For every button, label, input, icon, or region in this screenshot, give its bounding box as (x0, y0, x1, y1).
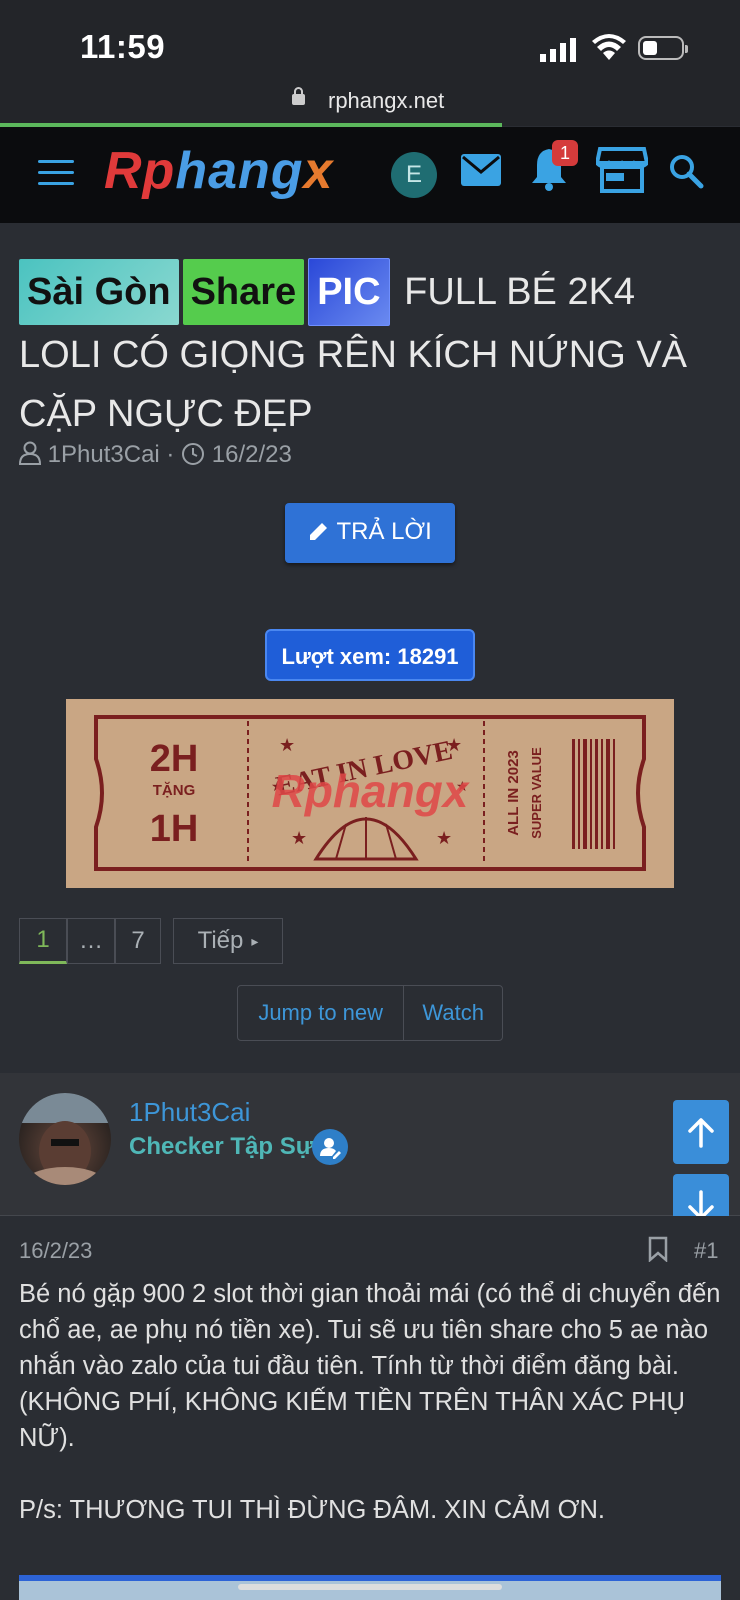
scroll-to-top-button[interactable] (673, 1100, 729, 1164)
post-date[interactable]: 16/2/23 (19, 1238, 92, 1264)
post-number[interactable]: #1 (694, 1238, 718, 1264)
user-icon (18, 441, 42, 465)
view-count: Lượt xem: 18291 (265, 629, 475, 681)
notification-badge: 1 (552, 140, 578, 166)
banner-left-bot: 1H (150, 808, 199, 850)
banner-left-top: 2H (150, 738, 199, 780)
next-page-button[interactable]: Tiếp ▸ (173, 918, 283, 964)
checker-badge-icon (312, 1129, 348, 1165)
thread-author[interactable]: 1Phut3Cai (48, 441, 160, 468)
site-logo[interactable]: Rphangx (104, 141, 333, 201)
signal-icon (540, 38, 576, 62)
url-text[interactable]: rphangx.net (328, 88, 444, 114)
promo-banner[interactable]: 2H TẶNG 1H EAT IN LOVE ★ ★ ★ ★ ★ ★ ALL I… (66, 699, 674, 888)
status-bar: 11:59 (0, 0, 740, 80)
thread-title: Sài Gòn Share PIC FULL BÉ 2K4 LOLI CÓ GIỌN… (19, 258, 719, 444)
thread-date[interactable]: 16/2/23 (212, 441, 292, 468)
home-indicator (238, 1584, 502, 1590)
post-text: Bé nó gặp 900 2 slot thời gian thoải mái… (19, 1280, 721, 1452)
store-icon[interactable] (596, 147, 648, 193)
page-link-7[interactable]: 7 (115, 918, 161, 964)
jump-to-new-button[interactable]: Jump to new (238, 986, 405, 1040)
poster-username[interactable]: 1Phut3Cai (129, 1097, 250, 1128)
watch-button[interactable]: Watch (404, 986, 502, 1040)
wifi-icon (592, 34, 626, 60)
post-header: 1Phut3Cai Checker Tập Sự (0, 1073, 740, 1216)
post-message: Bé nó gặp 900 2 slot thời gian thoải mái… (19, 1276, 729, 1528)
poster-user-title: Checker Tập Sự (129, 1133, 314, 1160)
arrow-up-icon (688, 1118, 714, 1148)
bookmark-icon[interactable] (648, 1236, 668, 1262)
banner-right-1: ALL IN 2023 (505, 750, 522, 836)
svg-text:★: ★ (291, 828, 307, 849)
caret-right-icon: ▸ (251, 932, 259, 949)
address-bar[interactable]: rphangx.net (0, 80, 740, 126)
banner-watermark: Rphangx (272, 765, 471, 817)
site-header: Rphangx E (0, 127, 740, 223)
prefix-sai-gon[interactable]: Sài Gòn (19, 259, 179, 325)
prefix-pic[interactable]: PIC (308, 258, 390, 326)
svg-text:★: ★ (446, 735, 462, 756)
svg-text:★: ★ (436, 828, 452, 849)
post-ps: P/s: THƯƠNG TUI THÌ ĐỪNG ĐÂM. XIN CẢM ƠN… (19, 1496, 605, 1524)
page-ellipsis[interactable]: … (67, 918, 115, 964)
mail-icon[interactable] (460, 153, 502, 187)
status-time: 11:59 (80, 28, 166, 65)
reply-button[interactable]: TRẢ LỜI (285, 503, 455, 563)
prefix-share[interactable]: Share (182, 259, 305, 325)
banner-right-2: SUPER VALUE (529, 747, 544, 839)
thread-meta: 1Phut3Cai · 16/2/23 (18, 441, 292, 469)
pencil-icon (310, 523, 328, 540)
clock-icon (182, 443, 205, 465)
pagination: 1 … 7 Tiếp ▸ (19, 918, 283, 966)
battery-icon (638, 36, 688, 60)
page-link-1[interactable]: 1 (19, 918, 67, 964)
banner-left-mid: TẶNG (153, 782, 196, 799)
user-avatar[interactable]: E (391, 152, 437, 198)
svg-text:★: ★ (279, 735, 295, 756)
poster-avatar[interactable] (19, 1093, 111, 1185)
search-icon[interactable] (668, 153, 704, 189)
post-body: 16/2/23 #1 Bé nó gặp 900 2 slot thời gia… (0, 1216, 740, 1600)
lock-icon (292, 87, 305, 105)
menu-icon[interactable] (38, 160, 74, 188)
thread-actions: Jump to new Watch (237, 985, 503, 1041)
